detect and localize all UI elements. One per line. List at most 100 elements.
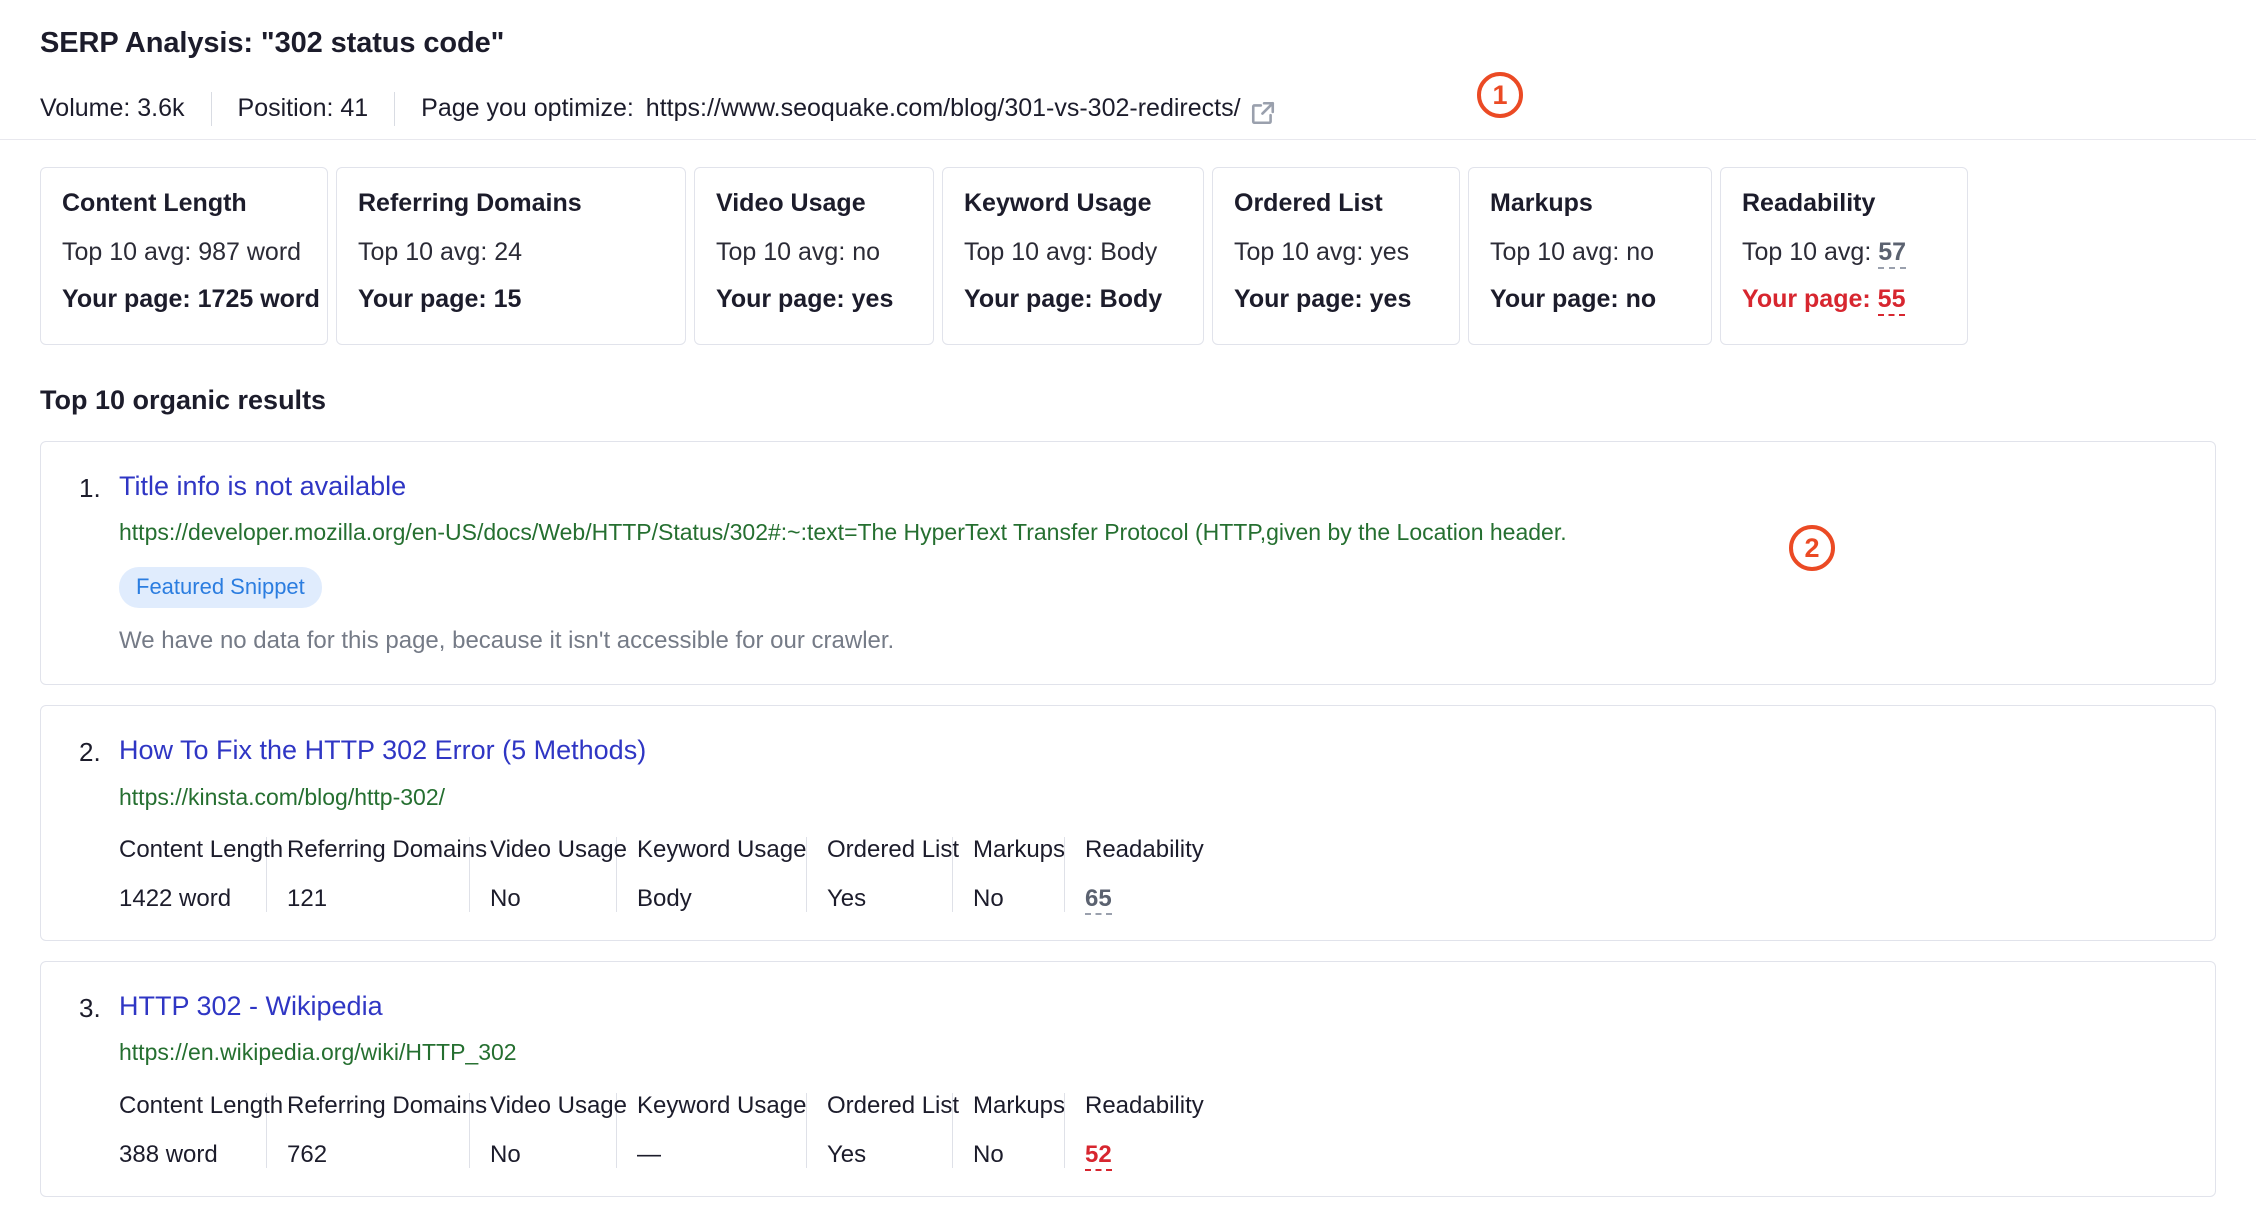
metric-header: Markups bbox=[973, 1092, 1066, 1120]
metric-card-ordered-list: Ordered List Top 10 avg: yes Your page: … bbox=[1212, 167, 1460, 345]
volume-metric: Volume: 3.6k bbox=[40, 94, 185, 123]
metric-value: No bbox=[973, 884, 1004, 912]
metric-card-your-page: Your page: no bbox=[1490, 285, 1657, 313]
top10-avg-readability-value[interactable]: 57 bbox=[1878, 237, 1907, 269]
organic-results-list: 1. Title info is not available https://d… bbox=[0, 416, 2256, 1197]
metric-card-title: Ordered List bbox=[1234, 189, 1383, 217]
result-rank: 2. bbox=[79, 737, 101, 768]
metric-value: 388 word bbox=[119, 1140, 218, 1168]
result-card: 1. Title info is not available https://d… bbox=[40, 441, 2216, 686]
metric-card-title: Referring Domains bbox=[358, 189, 582, 217]
metric-header: Readability bbox=[1085, 1092, 1204, 1120]
metric-header: Referring Domains bbox=[287, 836, 488, 864]
metric-card-your-page: Your page: 1725 word bbox=[62, 285, 320, 313]
metric-card-top10-avg: Top 10 avg: no bbox=[716, 237, 881, 266]
metric-header: Keyword Usage bbox=[637, 836, 807, 864]
result-url[interactable]: https://developer.mozilla.org/en-US/docs… bbox=[119, 518, 2187, 547]
metric-value: No bbox=[973, 1140, 1004, 1168]
metric-header: Referring Domains bbox=[287, 1092, 488, 1120]
result-card: 3. HTTP 302 - Wikipedia https://en.wikip… bbox=[40, 961, 2216, 1197]
result-rank: 1. bbox=[79, 473, 101, 503]
annotation-badge-2: 2 bbox=[1789, 525, 1835, 571]
metric-header: Ordered List bbox=[827, 836, 960, 864]
metric-value-wrapper: 52 bbox=[1085, 1140, 1205, 1171]
result-metric-referring-domains: Referring Domains 121 bbox=[287, 836, 488, 913]
result-metric-video-usage: Video Usage No bbox=[490, 1092, 627, 1168]
metric-header: Markups bbox=[973, 836, 1066, 864]
result-metric-referring-domains: Referring Domains 762 bbox=[287, 1092, 488, 1168]
metric-value: 1422 word bbox=[119, 884, 232, 912]
metric-value: 762 bbox=[287, 1140, 328, 1168]
metric-card-title: Markups bbox=[1490, 189, 1593, 217]
result-metrics-table: Content Length 1422 word Referring Domai… bbox=[119, 836, 2187, 915]
metric-card-content-length: Content Length Top 10 avg: 987 word Your… bbox=[40, 167, 328, 345]
metric-header: Content Length bbox=[119, 1092, 284, 1120]
position-metric: Position: 41 bbox=[237, 94, 369, 123]
result-metric-keyword-usage: Keyword Usage — bbox=[637, 1092, 807, 1168]
metric-value: 121 bbox=[287, 884, 328, 912]
metric-card-top10-avg: Top 10 avg: no bbox=[1490, 237, 1655, 266]
metric-card-top10-avg: Top 10 avg: yes bbox=[1234, 237, 1410, 266]
result-metric-readability: Readability 65 bbox=[1085, 836, 1225, 915]
result-rank: 3. bbox=[79, 993, 101, 1024]
metric-card-readability: Readability Top 10 avg: 57 Your page: 55 bbox=[1720, 167, 1968, 345]
result-url[interactable]: https://en.wikipedia.org/wiki/HTTP_302 bbox=[119, 1038, 2187, 1067]
top10-avg-prefix: Top 10 avg: bbox=[1742, 237, 1879, 266]
metric-card-title: Keyword Usage bbox=[964, 189, 1152, 217]
metric-value: — bbox=[637, 1140, 661, 1168]
metric-header: Content Length bbox=[119, 836, 284, 864]
metric-card-top10-avg: Top 10 avg: 57 bbox=[1742, 237, 1946, 269]
result-title-link[interactable]: Title info is not available bbox=[119, 470, 406, 502]
metric-card-title: Readability bbox=[1742, 189, 1876, 217]
annotation-badge-1: 1 bbox=[1477, 72, 1523, 118]
metric-header: Ordered List bbox=[827, 1092, 960, 1120]
result-metric-ordered-list: Ordered List Yes bbox=[827, 836, 960, 913]
metric-card-title: Video Usage bbox=[716, 189, 866, 217]
result-metric-ordered-list: Ordered List Yes bbox=[827, 1092, 960, 1168]
your-page-readability-value[interactable]: 55 bbox=[1877, 285, 1906, 316]
header-meta-row: Volume: 3.6k Position: 41 Page you optim… bbox=[40, 91, 2216, 126]
metric-header: Video Usage bbox=[490, 1092, 627, 1120]
metric-card-video-usage: Video Usage Top 10 avg: no Your page: ye… bbox=[694, 167, 934, 345]
metric-value: Body bbox=[637, 884, 692, 912]
metric-header: Video Usage bbox=[490, 836, 627, 864]
result-metric-markups: Markups No bbox=[973, 1092, 1066, 1168]
metric-card-your-page: Your page: yes bbox=[1234, 285, 1412, 313]
metric-value-wrapper: 65 bbox=[1085, 884, 1205, 915]
metric-cards-row: Content Length Top 10 avg: 987 word Your… bbox=[0, 140, 2256, 345]
metric-card-top10-avg: Top 10 avg: Body bbox=[964, 237, 1158, 266]
metric-card-referring-domains: Referring Domains Top 10 avg: 24 Your pa… bbox=[336, 167, 686, 345]
result-metrics-table: Content Length 388 word Referring Domain… bbox=[119, 1092, 2187, 1171]
readability-value[interactable]: 65 bbox=[1085, 884, 1112, 915]
page-you-optimize-label: Page you optimize: bbox=[421, 94, 634, 123]
featured-snippet-badge: Featured Snippet bbox=[119, 567, 322, 609]
metric-header: Keyword Usage bbox=[637, 1092, 807, 1120]
metric-card-top10-avg: Top 10 avg: 987 word bbox=[62, 237, 302, 266]
result-metric-content-length: Content Length 388 word bbox=[119, 1092, 284, 1168]
your-page-prefix: Your page: bbox=[1742, 285, 1878, 313]
result-metric-video-usage: Video Usage No bbox=[490, 836, 627, 913]
page-you-optimize-url[interactable]: https://www.seoquake.com/blog/301-vs-302… bbox=[646, 96, 1241, 121]
meta-divider bbox=[394, 91, 396, 126]
metric-card-keyword-usage: Keyword Usage Top 10 avg: Body Your page… bbox=[942, 167, 1204, 345]
readability-value[interactable]: 52 bbox=[1085, 1140, 1112, 1171]
result-metric-content-length: Content Length 1422 word bbox=[119, 836, 284, 913]
serp-analysis-page: SERP Analysis: "302 status code" Volume:… bbox=[0, 0, 2256, 1218]
result-title-link[interactable]: How To Fix the HTTP 302 Error (5 Methods… bbox=[119, 734, 646, 766]
result-url[interactable]: https://kinsta.com/blog/http-302/ bbox=[119, 783, 2187, 812]
metric-card-your-page: Your page: yes bbox=[716, 285, 894, 313]
metric-card-your-page: Your page: Body bbox=[964, 285, 1163, 313]
result-no-data-note: We have no data for this page, because i… bbox=[119, 627, 895, 655]
metric-card-top10-avg: Top 10 avg: 24 bbox=[358, 237, 523, 266]
meta-divider bbox=[210, 91, 212, 126]
result-metric-keyword-usage: Keyword Usage Body bbox=[637, 836, 807, 913]
page-header: SERP Analysis: "302 status code" Volume:… bbox=[0, 0, 2256, 140]
metric-card-your-page: Your page: 55 bbox=[1742, 285, 1946, 316]
result-title-link[interactable]: HTTP 302 - Wikipedia bbox=[119, 990, 383, 1022]
metric-card-title: Content Length bbox=[62, 189, 247, 217]
external-link-icon[interactable] bbox=[1250, 100, 1276, 126]
organic-results-heading: Top 10 organic results bbox=[40, 385, 327, 415]
metric-value: No bbox=[490, 884, 521, 912]
metric-header: Readability bbox=[1085, 836, 1204, 864]
metric-card-markups: Markups Top 10 avg: no Your page: no bbox=[1468, 167, 1712, 345]
